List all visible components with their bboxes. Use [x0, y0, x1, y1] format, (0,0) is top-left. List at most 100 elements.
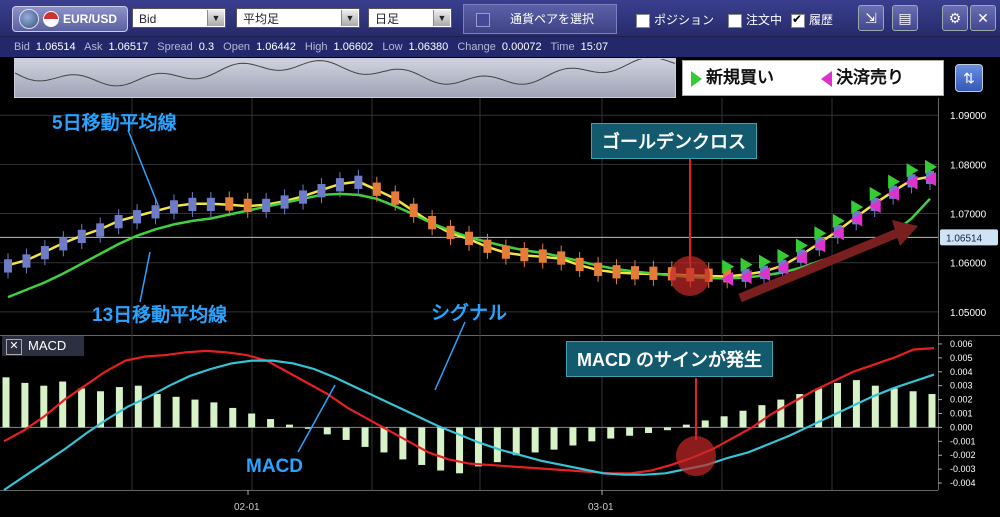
candle-body: [372, 182, 381, 196]
candle-body: [428, 216, 437, 230]
close-icon[interactable]: ✕: [970, 5, 996, 31]
golden-cross-marker: [670, 256, 710, 296]
history-checkbox[interactable]: [791, 12, 805, 28]
candle-body: [575, 257, 584, 272]
overview-chart[interactable]: [14, 58, 676, 98]
macd-tab-label: MACD: [28, 338, 67, 353]
candle-body: [538, 249, 547, 263]
macd-histogram-bar: [191, 399, 199, 428]
candle-body: [465, 231, 473, 246]
chevron-down-icon: ▼: [433, 10, 450, 26]
orders-toggle[interactable]: 注文中: [728, 11, 782, 28]
history-toggle[interactable]: 履歴: [791, 11, 833, 28]
sell-marker: [924, 172, 936, 187]
candle-body: [22, 254, 31, 268]
open-value: 1.06442: [256, 41, 296, 53]
macd-histogram-bar: [285, 424, 293, 428]
toolbar: EUR/USD Bid ▼ 平均足 ▼ 日足 ▼ 通貨ペアを選択 ポジション 注…: [0, 0, 1000, 37]
macd-panel-tab[interactable]: ✕ MACD: [2, 336, 84, 356]
macd-histogram-bar: [588, 427, 596, 442]
candle-body: [96, 223, 105, 237]
candle-body: [741, 268, 750, 282]
close-icon[interactable]: ✕: [6, 338, 22, 355]
low-label: Low: [382, 41, 403, 53]
change-label: Change: [457, 41, 496, 53]
sell-marker: [831, 226, 844, 241]
close-sell-button[interactable]: 決済売り: [821, 65, 904, 91]
pair-select-label: 通貨ペアを選択: [510, 12, 595, 26]
macd-histogram-bar: [172, 396, 180, 428]
chevron-down-icon: ▼: [341, 10, 358, 26]
candle-body: [907, 174, 916, 188]
macd-histogram-bar: [720, 416, 728, 428]
time-label: Time: [550, 41, 575, 53]
candle-body: [833, 224, 842, 239]
macd-histogram-bar: [304, 427, 312, 429]
candle-body: [815, 237, 824, 251]
buy-marker: [722, 259, 735, 274]
order-panel: 新規買い 決済売り: [682, 60, 944, 96]
flag-icon: [43, 11, 59, 27]
signal-line: [3, 359, 935, 491]
currency-pair-button[interactable]: EUR/USD: [12, 6, 128, 32]
candle-body: [852, 211, 861, 225]
candle-body: [391, 191, 400, 205]
chart-type-select[interactable]: 平均足 ▼: [236, 8, 360, 28]
spread-label: Spread: [157, 41, 193, 53]
position-checkbox[interactable]: [636, 13, 650, 28]
candle-body: [409, 203, 418, 217]
macd-histogram-bar: [493, 427, 501, 463]
window-icon[interactable]: ▤: [892, 5, 918, 31]
signal-pointer: [434, 321, 466, 391]
macd-histogram-bar: [834, 382, 842, 428]
macd-histogram-bar: [626, 427, 634, 436]
buy-new-button[interactable]: 新規買い: [691, 65, 774, 91]
swap-icon[interactable]: ⇅: [955, 64, 983, 92]
macd-histogram-bar: [361, 427, 369, 447]
candle-body: [225, 197, 234, 211]
macd-sign-annotation: MACD のサインが発生: [566, 341, 773, 377]
open-label: Open: [223, 41, 251, 53]
macd-histogram-bar: [645, 427, 653, 433]
macd-histogram-bar: [248, 413, 256, 428]
candle-body: [77, 229, 86, 244]
candle-body: [299, 190, 308, 204]
macd-histogram-bar: [78, 388, 86, 428]
gear-icon[interactable]: ⚙: [942, 5, 968, 31]
high-label: High: [304, 41, 328, 53]
orders-checkbox[interactable]: [728, 13, 742, 28]
quote-bar: Bid 1.06514 Ask 1.06517 Spread 0.3 Open 1.06…: [0, 37, 1000, 57]
checkbox-icon: [476, 12, 490, 27]
trend-arrow-shaft: [738, 227, 902, 303]
reverse-play-icon: [821, 70, 832, 87]
candle-body: [59, 237, 68, 251]
export-icon[interactable]: ⇲: [858, 5, 884, 31]
macd-histogram-bar: [380, 427, 388, 453]
low-value: 1.06380: [408, 41, 449, 53]
candle-body: [169, 200, 178, 214]
buy-marker: [869, 186, 882, 201]
candle-body: [723, 269, 732, 283]
position-toggle[interactable]: ポジション: [636, 11, 714, 28]
macd-histogram-bar: [777, 399, 785, 428]
price-type-select[interactable]: Bid ▼: [132, 8, 226, 28]
globe-icon: [19, 9, 39, 29]
macd-histogram-bar: [323, 427, 331, 435]
sell-marker: [813, 238, 826, 253]
macd-tick-label: 0.000: [950, 422, 973, 432]
candle-body: [262, 198, 271, 213]
buy-marker: [925, 159, 937, 174]
timeframe-select[interactable]: 日足 ▼: [368, 8, 452, 28]
macd-histogram-bar: [871, 385, 879, 428]
bid-value: 1.06514: [35, 41, 76, 53]
pair-select-button[interactable]: 通貨ペアを選択: [463, 4, 617, 34]
macd-pane-bg: [0, 337, 938, 490]
macd-histogram-bar: [928, 394, 936, 428]
macd-tick-label: -0.003: [950, 464, 976, 474]
candle-body: [686, 268, 695, 282]
timeframe-value: 日足: [375, 12, 400, 26]
candle-body: [501, 245, 510, 259]
candle-body: [870, 197, 879, 212]
sell-marker: [868, 199, 881, 214]
close-sell-label: 決済売り: [836, 68, 904, 87]
